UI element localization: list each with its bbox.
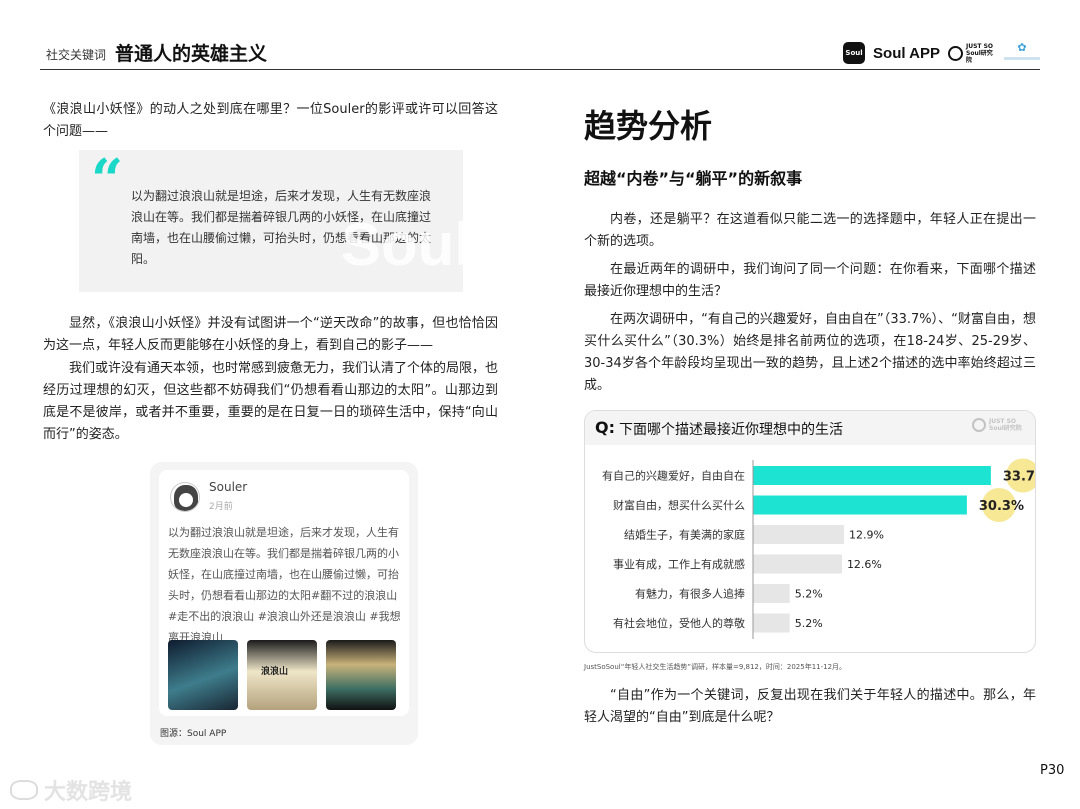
justso-ring-icon [948,45,963,61]
page-header: 社交关键词 普通人的英雄主义 Soul Soul APP JUST SO Sou… [40,36,1040,70]
value-label: 12.6% [847,558,882,571]
body-paragraph-1: 显然，《浪浪山小妖怪》并没有试图讲一个“逆天改命”的故事，但也恰恰因为这一点，年… [43,316,498,353]
value-label: 33.7% [1003,470,1035,485]
section-subtitle: 超越“内卷”与“躺平”的新叙事 [584,169,803,188]
category-label: 结婚生子，有美满的家庭 [624,528,745,542]
intro-paragraph: 《浪浪山小妖怪》的动人之处到底在哪里？一位Souler的影评或许可以回答这个问题… [43,102,498,139]
watermark-logo-icon [10,780,38,800]
trend-paragraph-1: 内卷，还是躺平？在这道看似只能二选一的选择题中，年轻人正在提出一个新的选项。 [584,212,1036,249]
question-prefix: Q: [595,418,615,437]
value-label: 5.2% [795,588,823,601]
category-label: 有自己的兴趣爱好，自由自在 [602,469,745,483]
footnote: JustSoSoul“年轻人社交生活趋势”调研，样本量=9,812，时间：202… [584,663,847,671]
chart-logo-line1: JUST SO [989,418,1017,425]
justso-line1: JUST SO [966,42,994,50]
post-image-2-caption: 浪浪山 [261,667,289,677]
partner-logo-icon: ✿ [1004,41,1040,65]
chart-header: Q: 下面哪个描述最接近你理想中的生活 JUST SO Soul研究院 [585,411,1035,445]
bar [753,554,842,574]
page-number: P30 [1040,763,1065,778]
post-text: 以为翻过浪浪山就是坦途，后来才发现，人生有无数座浪浪山在等。我们都是揣着碎银几两… [168,526,401,644]
trend-paragraph-2: 在最近两年的调研中，我们询问了同一个问题：在你看来，下面哪个描述最接近你理想中的… [584,262,1036,299]
category-label: 财富自由，想买什么买什么 [613,498,745,512]
value-label: 5.2% [795,617,823,630]
header-logos: Soul Soul APP JUST SO Soul研究院 ✿ [843,40,1040,66]
section-title: 趋势分析 [584,107,713,145]
soul-watermark: Soul [341,211,463,278]
category-label: 有魅力，有很多人追捧 [635,587,745,601]
bottom-watermark: 大数跨境 [10,774,132,806]
chart-card: Q: 下面哪个描述最接近你理想中的生活 JUST SO Soul研究院 有自己的… [584,410,1036,653]
trend-paragraph-3: 在两次调研中，“有自己的兴趣爱好，自由自在”（33.7%）、“财富自由，想买什么… [584,312,1036,393]
justso-line2: Soul研究院 [966,49,993,64]
justso-logo: JUST SO Soul研究院 [948,43,996,64]
category-label: 事业有成，工作上有成就感 [613,557,745,571]
soul-logo-icon: Soul [843,42,866,64]
image-source: 图源：Soul APP [160,729,227,739]
body-paragraph-2: 我们或许没有通天本领，也时常感到疲惫无力，我们认清了个体的局限，也经历过理想的幻… [43,361,499,442]
watermark-text: 大数跨境 [44,780,133,805]
chart-logo-line2: Soul研究院 [989,425,1022,432]
trend-paragraph-4: “自由”作为一个关键词，反复出现在我们关于年轻人的描述中。那么，年轻人渴望的“自… [584,688,1036,725]
keyword-label: 社交关键词 [46,48,107,62]
chart-logo-ring-icon [972,418,986,432]
post-image-1 [168,640,238,710]
quote-mark-icon: “ [91,150,124,213]
keyword-title: 普通人的英雄主义 [115,43,268,65]
post-content: Souler 2月前 以为翻过浪浪山就是坦途，后来才发现，人生有无数座浪浪山在等… [159,470,409,716]
bar [753,525,845,544]
bar [753,613,790,633]
avatar [170,482,200,512]
soul-app-label: Soul APP [873,44,940,62]
category-label: 有社会地位，受他人的尊敬 [613,616,745,630]
post-card: Souler 2月前 以为翻过浪浪山就是坦途，后来才发现，人生有无数座浪浪山在等… [150,462,418,745]
post-image-2: 浪浪山 [247,640,317,710]
post-username: Souler [209,480,248,494]
chart-justso-logo: JUST SO Soul研究院 [972,418,1023,432]
post-image-3 [326,640,396,710]
bar [753,584,790,603]
value-label: 30.3% [979,499,1024,514]
value-label: 12.9% [849,529,884,542]
bar-chart: 有自己的兴趣爱好，自由自在 33.7% 财富自由，想买什么买什么 30.3% 结婚生子，… [602,458,1035,639]
chart-question: 下面哪个描述最接近你理想中的生活 [619,422,843,438]
post-time: 2月前 [209,502,233,512]
bar [753,466,991,485]
post-images: 浪浪山 [168,640,396,710]
quote-box: “ 以为翻过浪浪山就是坦途，后来才发现，人生有无数座浪浪山在等。我们都是揣着碎银… [79,150,463,292]
bar [753,495,967,515]
